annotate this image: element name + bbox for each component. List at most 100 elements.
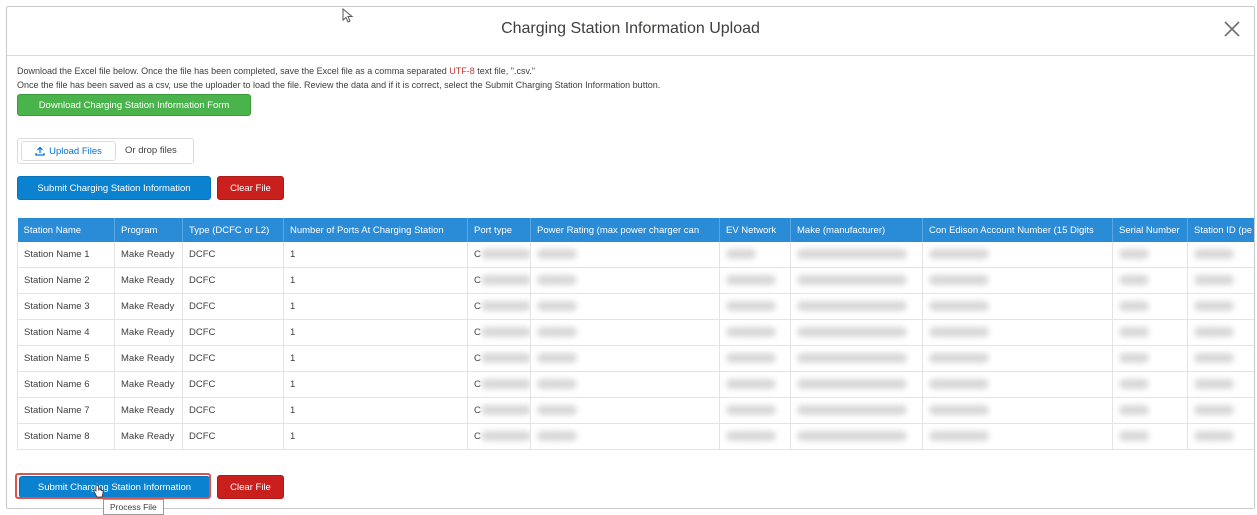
cell-type: DCFC (182, 267, 284, 294)
cell-redacted (1187, 242, 1254, 268)
cell-redacted (1112, 319, 1188, 346)
column-header[interactable]: Station Name (17, 218, 115, 242)
close-icon[interactable] (1218, 15, 1246, 43)
cell-redacted (790, 242, 923, 268)
cell-ports: 1 (283, 267, 468, 294)
column-header[interactable]: Type (DCFC or L2) (182, 218, 284, 242)
column-header[interactable]: Port type (467, 218, 531, 242)
cell-type: DCFC (182, 397, 284, 424)
table-row: Station Name 1 Make Ready DCFC 1 C (17, 242, 1254, 268)
file-upload-dropzone[interactable]: Upload Files Or drop files (17, 138, 194, 164)
cell-station-name: Station Name 3 (17, 293, 115, 320)
table-row: Station Name 8 Make Ready DCFC 1 C (17, 423, 1254, 450)
column-header[interactable]: Power Rating (max power charger can (530, 218, 720, 242)
cell-ports: 1 (283, 371, 468, 398)
cell-ports: 1 (283, 423, 468, 450)
cell-station-name: Station Name 4 (17, 319, 115, 346)
cell-redacted (719, 371, 791, 398)
cell-port-type: C (467, 371, 531, 398)
column-header[interactable]: Station ID (pe (1187, 218, 1254, 242)
cell-redacted (719, 397, 791, 424)
column-header[interactable]: Program (114, 218, 183, 242)
cell-station-name: Station Name 5 (17, 345, 115, 372)
clear-file-button-bottom[interactable]: Clear File (217, 475, 284, 499)
submit-button-highlight (15, 473, 211, 499)
cell-redacted (790, 345, 923, 372)
cell-program: Make Ready (114, 267, 183, 294)
cell-redacted (1187, 319, 1254, 346)
cell-redacted (922, 293, 1113, 320)
cell-port-type: C (467, 423, 531, 450)
cell-ports: 1 (283, 242, 468, 268)
table-header-row: Station Name Program Type (DCFC or L2) N… (17, 218, 1254, 242)
hand-cursor-icon (92, 484, 104, 498)
cell-redacted (922, 242, 1113, 268)
cell-redacted (1187, 397, 1254, 424)
cell-redacted (530, 371, 720, 398)
cell-type: DCFC (182, 242, 284, 268)
modal-header: Charging Station Information Upload (7, 7, 1254, 56)
column-header[interactable]: Number of Ports At Charging Station (283, 218, 468, 242)
cell-program: Make Ready (114, 319, 183, 346)
cell-type: DCFC (182, 371, 284, 398)
column-header[interactable]: Serial Number (1112, 218, 1188, 242)
cell-redacted (1112, 423, 1188, 450)
upload-files-button[interactable]: Upload Files (21, 141, 116, 161)
cell-port-type: C (467, 345, 531, 372)
download-form-button[interactable]: Download Charging Station Information Fo… (17, 94, 251, 116)
cell-type: DCFC (182, 345, 284, 372)
cell-redacted (719, 345, 791, 372)
cell-redacted (1112, 345, 1188, 372)
cell-program: Make Ready (114, 371, 183, 398)
cell-redacted (1112, 371, 1188, 398)
column-header[interactable]: Make (manufacturer) (790, 218, 923, 242)
upload-modal: Charging Station Information Upload Down… (6, 6, 1255, 509)
cell-redacted (1112, 397, 1188, 424)
cell-redacted (790, 267, 923, 294)
cell-redacted (1187, 345, 1254, 372)
cell-program: Make Ready (114, 293, 183, 320)
column-header[interactable]: EV Network (719, 218, 791, 242)
cell-redacted (922, 345, 1113, 372)
clear-file-button-top[interactable]: Clear File (217, 176, 284, 200)
station-table: Station Name Program Type (DCFC or L2) N… (17, 218, 1254, 450)
cell-redacted (719, 267, 791, 294)
cell-program: Make Ready (114, 397, 183, 424)
cell-program: Make Ready (114, 345, 183, 372)
cell-station-name: Station Name 1 (17, 242, 115, 268)
cell-station-name: Station Name 7 (17, 397, 115, 424)
table-row: Station Name 6 Make Ready DCFC 1 C (17, 371, 1254, 398)
cell-redacted (922, 319, 1113, 346)
cell-redacted (790, 397, 923, 424)
cell-station-name: Station Name 8 (17, 423, 115, 450)
cell-type: DCFC (182, 423, 284, 450)
cell-port-type: C (467, 397, 531, 424)
cell-redacted (1187, 293, 1254, 320)
column-header[interactable]: Con Edison Account Number (15 Digits (922, 218, 1113, 242)
utf8-highlight: UTF-8 (449, 66, 475, 76)
cell-redacted (719, 293, 791, 320)
instruction-line-1: Download the Excel file below. Once the … (17, 66, 535, 76)
upload-icon (35, 146, 45, 156)
cell-redacted (922, 397, 1113, 424)
cell-redacted (530, 319, 720, 346)
cell-redacted (719, 242, 791, 268)
cell-redacted (1112, 242, 1188, 268)
cell-station-name: Station Name 2 (17, 267, 115, 294)
submit-button-top[interactable]: Submit Charging Station Information (17, 176, 211, 200)
cell-type: DCFC (182, 293, 284, 320)
cell-ports: 1 (283, 293, 468, 320)
cell-type: DCFC (182, 319, 284, 346)
cell-ports: 1 (283, 319, 468, 346)
table-row: Station Name 7 Make Ready DCFC 1 C (17, 397, 1254, 424)
modal-title: Charging Station Information Upload (501, 20, 760, 37)
table-row: Station Name 4 Make Ready DCFC 1 C (17, 319, 1254, 346)
cell-redacted (1187, 267, 1254, 294)
cell-port-type: C (467, 267, 531, 294)
cell-redacted (530, 293, 720, 320)
cell-redacted (790, 319, 923, 346)
cell-redacted (790, 293, 923, 320)
cell-redacted (790, 371, 923, 398)
cell-ports: 1 (283, 345, 468, 372)
cell-redacted (1112, 267, 1188, 294)
